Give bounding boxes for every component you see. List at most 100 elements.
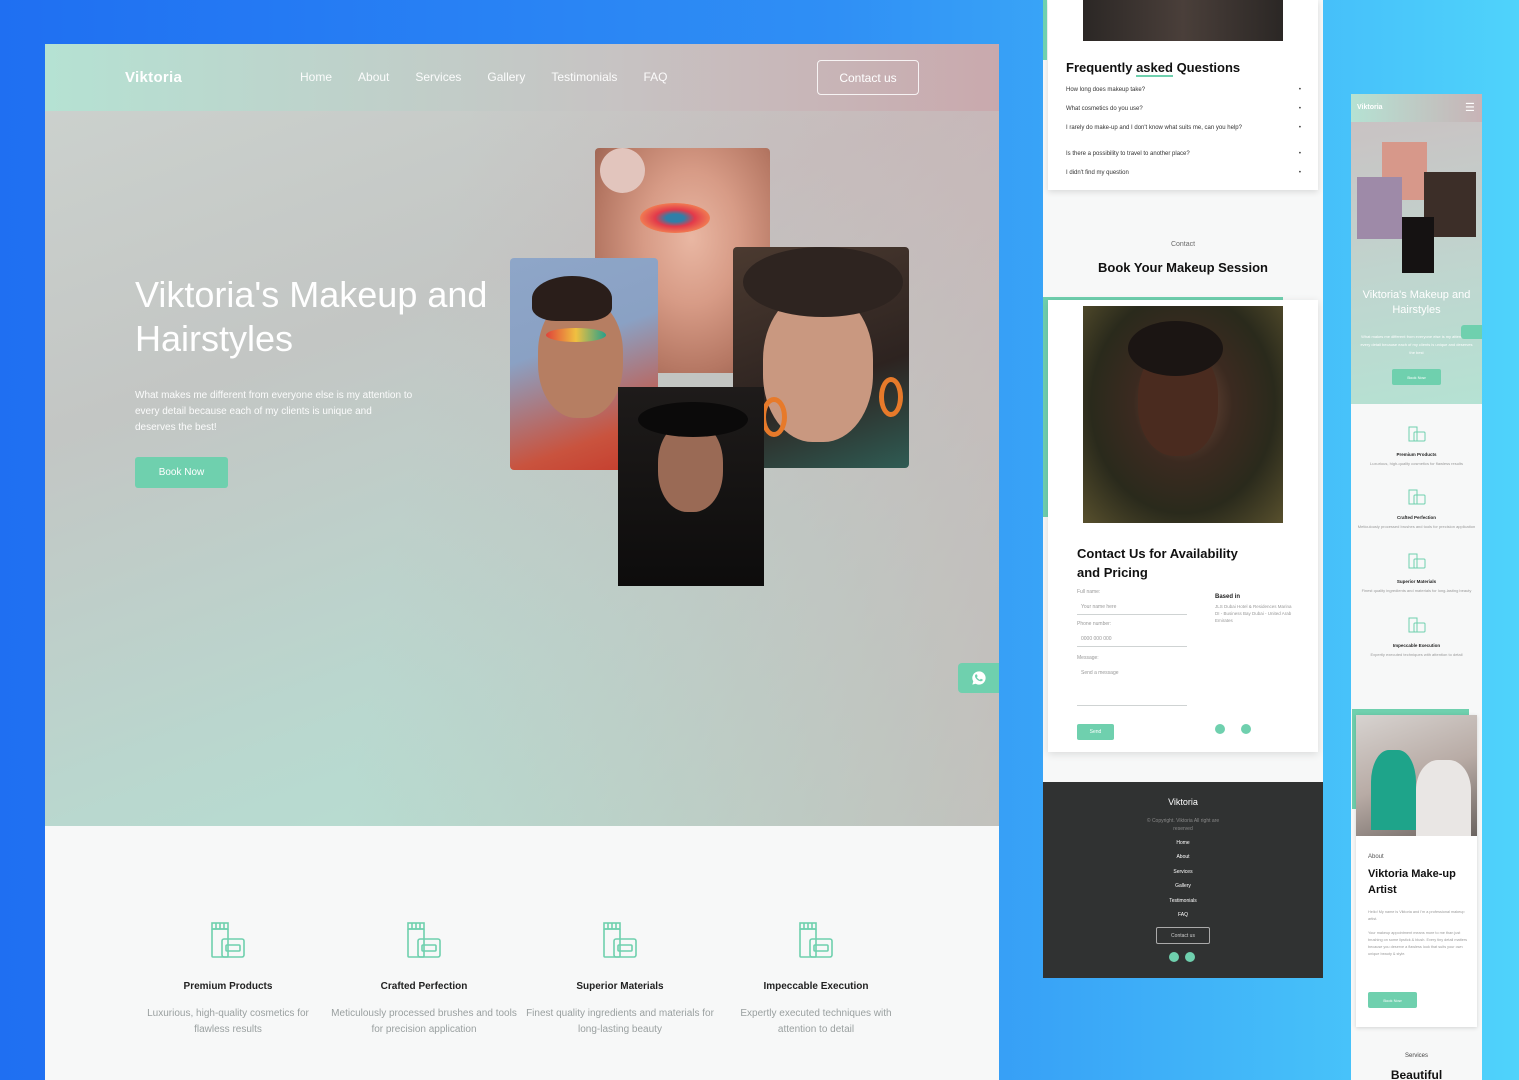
feature-text: Meticulously processed brushes and tools… xyxy=(1357,524,1476,529)
feature-title: Impeccable Execution xyxy=(763,981,869,992)
faq-item[interactable]: How long does makeup take? • xyxy=(1066,87,1301,93)
about-text: Your makeup appointment means more to me… xyxy=(1368,931,1467,956)
feature-text: Expertly executed techniques with attent… xyxy=(1370,652,1463,657)
about-book-button[interactable]: Book Now xyxy=(1368,992,1417,1008)
about-text: Hello! My name is Viktoria and I'm a pro… xyxy=(1368,910,1465,921)
nav-link-about[interactable]: About xyxy=(358,70,389,84)
faq-item[interactable]: What cosmetics do you use? • xyxy=(1066,106,1301,112)
full-name-label: Full name: xyxy=(1077,589,1101,595)
faq-title: Frequently asked Questions xyxy=(1066,60,1241,77)
nav-links: Home About Services Gallery Testimonials… xyxy=(300,70,667,84)
nav-link-home[interactable]: Home xyxy=(300,70,332,84)
footer-brand: Viktoria xyxy=(1168,797,1198,807)
plus-icon: • xyxy=(1298,151,1301,157)
telegram-icon[interactable] xyxy=(1241,724,1251,734)
about-photo xyxy=(1356,715,1477,836)
brand-logo[interactable]: Viktoria xyxy=(125,69,182,86)
footer: Viktoria © Copyright. Viktoria All right… xyxy=(1043,782,1323,978)
message-input[interactable]: Send a message xyxy=(1081,670,1119,676)
plus-icon: • xyxy=(1298,87,1301,93)
footer-link-home[interactable]: Home xyxy=(1043,840,1323,846)
footer-link-about[interactable]: About xyxy=(1043,854,1323,860)
faq-item[interactable]: I rarely do make-up and I don't know wha… xyxy=(1066,125,1301,131)
tablet-page: Frequently asked Questions How long does… xyxy=(1043,0,1323,978)
whatsapp-icon[interactable] xyxy=(1461,325,1482,339)
feature-title: Superior Materials xyxy=(576,981,664,992)
plus-icon: • xyxy=(1298,106,1301,112)
contact-section-label: Contact xyxy=(1170,241,1196,248)
footer-link-faq[interactable]: FAQ xyxy=(1043,912,1323,918)
hamburger-icon[interactable]: ☰ xyxy=(1465,101,1475,114)
cosmetics-icon xyxy=(1408,617,1425,633)
footer-link-gallery[interactable]: Gallery xyxy=(1043,883,1323,889)
cosmetics-icon xyxy=(407,922,441,958)
whatsapp-icon[interactable] xyxy=(1169,952,1179,962)
nav-link-gallery[interactable]: Gallery xyxy=(487,70,525,84)
hero-subtitle: What makes me different from everyone el… xyxy=(135,390,413,433)
feature-text: Finest quality ingredients and materials… xyxy=(1361,588,1472,593)
footer-copyright: © Copyright. Viktoria All right are rese… xyxy=(1146,818,1220,832)
mobile-photo xyxy=(1357,177,1402,239)
based-in-label: Based in xyxy=(1215,594,1241,600)
contact-section-heading: Book Your Makeup Session xyxy=(1097,260,1268,275)
top-nav: Viktoria Home About Services Gallery Tes… xyxy=(45,44,999,111)
whatsapp-icon[interactable] xyxy=(1215,724,1225,734)
cosmetics-icon xyxy=(1408,553,1425,569)
feature-title: Premium Products xyxy=(183,981,273,992)
feature-title: Impeccable Execution xyxy=(1392,643,1441,648)
book-now-button[interactable]: Book Now xyxy=(135,457,228,488)
contact-us-button[interactable]: Contact us xyxy=(817,60,919,95)
feature-text: Luxurious, high-quality cosmetics for fl… xyxy=(147,1008,309,1035)
hero-title: Viktoria's Makeup and Hairstyles xyxy=(135,274,488,359)
nav-link-faq[interactable]: FAQ xyxy=(643,70,667,84)
features-section: Premium Products Luxurious, high-quality… xyxy=(45,826,999,1080)
contact-card: Contact Us for Availability and Pricing … xyxy=(1048,300,1318,752)
about-heading: Viktoria Make-up Artist xyxy=(1368,868,1456,896)
services-label: Services xyxy=(1404,1053,1428,1059)
cosmetics-icon xyxy=(799,922,833,958)
gallery-photo-black-hat xyxy=(618,387,764,586)
feature-card: Premium Products Luxurious, high-quality… xyxy=(133,921,323,1038)
phone-input[interactable]: 0000 000 000 xyxy=(1081,636,1112,642)
nav-link-testimonials[interactable]: Testimonials xyxy=(551,70,617,84)
mobile-feature: Premium Products Luxurious, high-quality… xyxy=(1351,423,1482,467)
mobile-hero-subtitle: What makes me different from everyone el… xyxy=(1360,334,1473,355)
feature-text: Expertly executed techniques with attent… xyxy=(740,1008,892,1035)
nav-link-services[interactable]: Services xyxy=(415,70,461,84)
feature-title: Crafted Perfection xyxy=(380,981,468,992)
footer-contact-button[interactable]: Contact us xyxy=(1156,927,1210,944)
telegram-icon[interactable] xyxy=(1185,952,1195,962)
feature-card: Crafted Perfection Meticulously processe… xyxy=(329,921,519,1038)
based-in-address: JLS Dubai Hotel & Residences Marina DI -… xyxy=(1215,604,1292,623)
cosmetics-icon xyxy=(603,922,637,958)
feature-text: Luxurious, high-quality cosmetics for fl… xyxy=(1370,461,1463,466)
cosmetics-icon xyxy=(1408,489,1425,505)
mobile-book-button[interactable]: Book Now xyxy=(1392,369,1441,385)
cosmetics-icon xyxy=(211,922,245,958)
cosmetics-icon xyxy=(1408,426,1425,442)
footer-link-testimonials[interactable]: Testimonials xyxy=(1043,898,1323,904)
mobile-page: Viktoria ☰ Viktoria's Makeup and Hairsty… xyxy=(1351,94,1482,1080)
feature-title: Superior Materials xyxy=(1396,579,1437,584)
feature-card: Superior Materials Finest quality ingred… xyxy=(525,921,715,1038)
contact-form-heading: Contact Us for Availability and Pricing xyxy=(1077,546,1238,580)
mobile-about-card: About Viktoria Make-up Artist Hello! My … xyxy=(1356,715,1477,1027)
mobile-feature: Impeccable Execution Expertly executed t… xyxy=(1351,614,1482,658)
plus-icon: • xyxy=(1298,125,1301,131)
faq-item[interactable]: I didn't find my question • xyxy=(1066,170,1301,176)
footer-link-services[interactable]: Services xyxy=(1043,869,1323,875)
mobile-brand[interactable]: Viktoria xyxy=(1357,104,1383,111)
contact-photo xyxy=(1083,306,1283,523)
faq-card xyxy=(1043,0,1318,190)
plus-icon: • xyxy=(1298,170,1301,176)
full-name-input[interactable]: Your name here xyxy=(1081,604,1116,610)
feature-text: Meticulously processed brushes and tools… xyxy=(331,1008,517,1035)
send-button[interactable]: Send xyxy=(1077,724,1114,740)
whatsapp-float-button[interactable] xyxy=(958,663,999,693)
whatsapp-icon xyxy=(971,671,986,685)
services-heading: Beautiful xyxy=(1390,1068,1443,1080)
mobile-feature: Superior Materials Finest quality ingred… xyxy=(1351,550,1482,594)
feature-card: Impeccable Execution Expertly executed t… xyxy=(721,921,911,1038)
mobile-feature: Crafted Perfection Meticulously processe… xyxy=(1351,486,1482,530)
faq-item[interactable]: Is there a possibility to travel to anot… xyxy=(1066,151,1301,157)
